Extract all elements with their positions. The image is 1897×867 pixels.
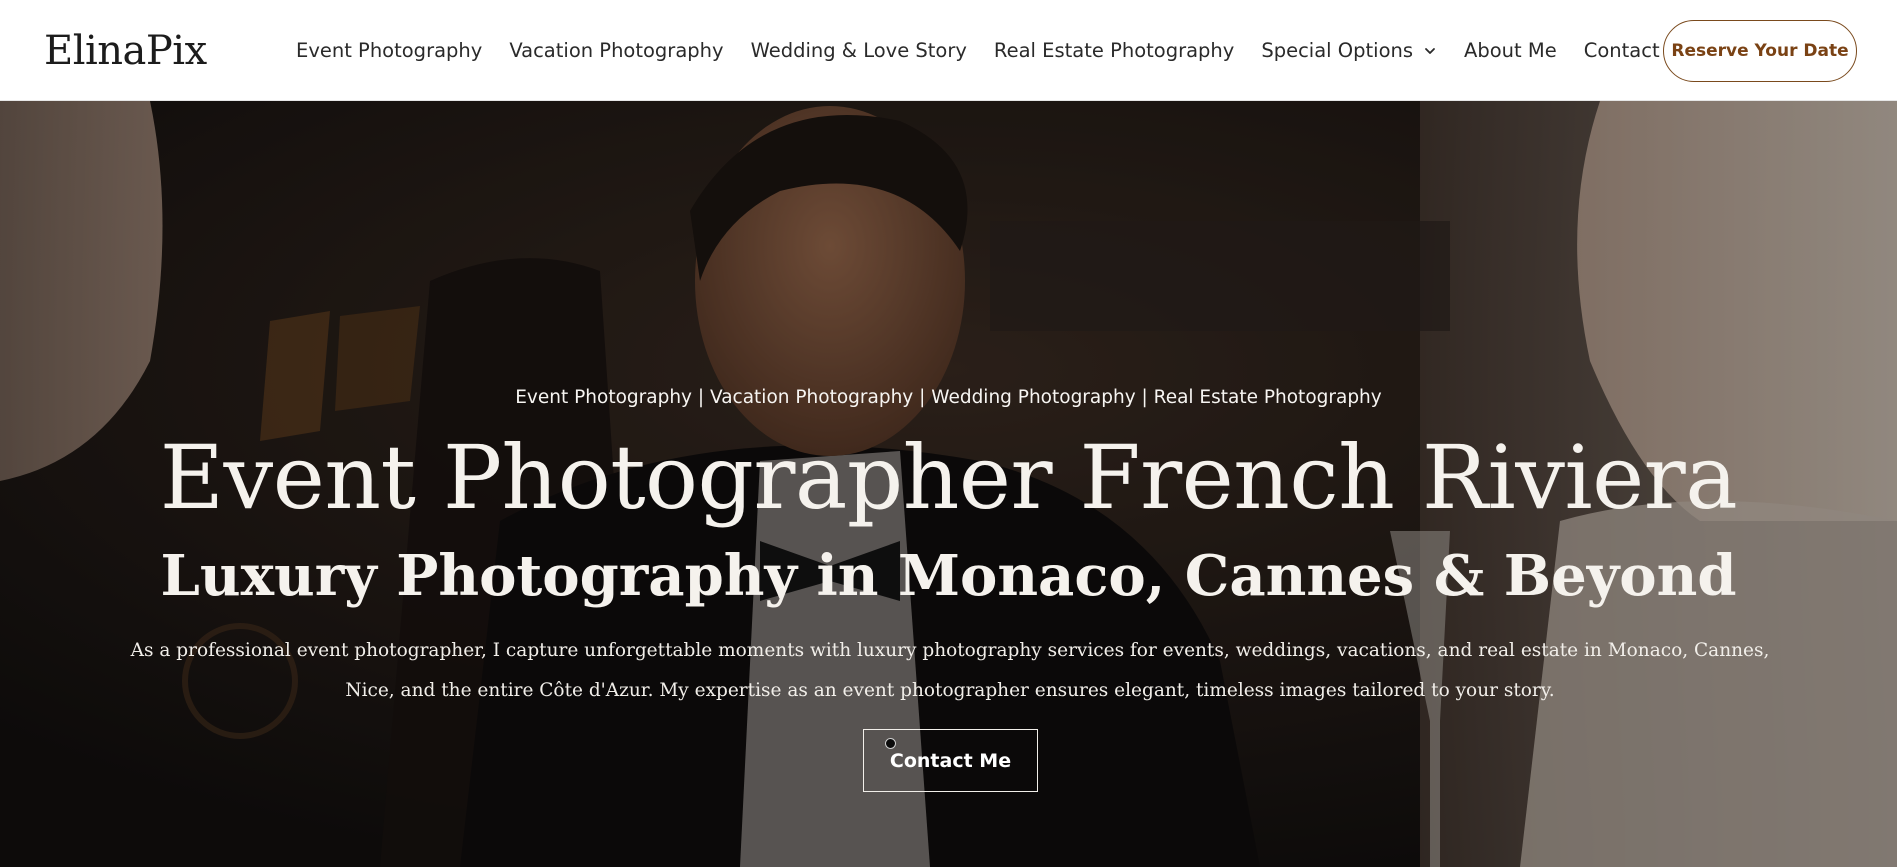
site-header: ElinaPix Event Photography Vacation Phot… <box>0 0 1897 101</box>
nav-item-wedding-love-story[interactable]: Wedding & Love Story <box>751 36 967 66</box>
site-logo[interactable]: ElinaPix <box>44 26 207 76</box>
hero-services-kicker: Event Photography | Vacation Photography… <box>515 387 1382 408</box>
hero-content: Event Photography | Vacation Photography… <box>0 101 1897 867</box>
chevron-down-icon <box>1425 48 1435 54</box>
nav-item-vacation-photography[interactable]: Vacation Photography <box>509 36 723 66</box>
nav-item-label: Special Options <box>1261 39 1414 62</box>
nav-item-label: About Me <box>1464 39 1557 62</box>
reserve-your-date-button[interactable]: Reserve Your Date <box>1663 20 1857 82</box>
hero-section: Event Photography | Vacation Photography… <box>0 101 1897 867</box>
hero-title: Event Photographer French Riviera <box>159 426 1738 529</box>
nav-item-label: Vacation Photography <box>509 39 724 62</box>
nav-item-real-estate-photography[interactable]: Real Estate Photography <box>994 36 1234 66</box>
nav-item-label: Event Photography <box>296 39 483 62</box>
hero-subtitle: Luxury Photography in Monaco, Cannes & B… <box>160 543 1737 609</box>
nav-item-about-me[interactable]: About Me <box>1464 36 1557 66</box>
hero-description: As a professional event photographer, I … <box>130 640 1770 701</box>
nav-item-special-options[interactable]: Special Options <box>1261 36 1437 66</box>
mouse-cursor-icon <box>885 738 896 749</box>
nav-item-event-photography[interactable]: Event Photography <box>296 36 482 66</box>
nav-item-label: Real Estate Photography <box>993 39 1235 62</box>
nav-item-label: Wedding & Love Story <box>750 39 967 62</box>
main-navigation: Event Photography Vacation Photography W… <box>296 36 1695 66</box>
